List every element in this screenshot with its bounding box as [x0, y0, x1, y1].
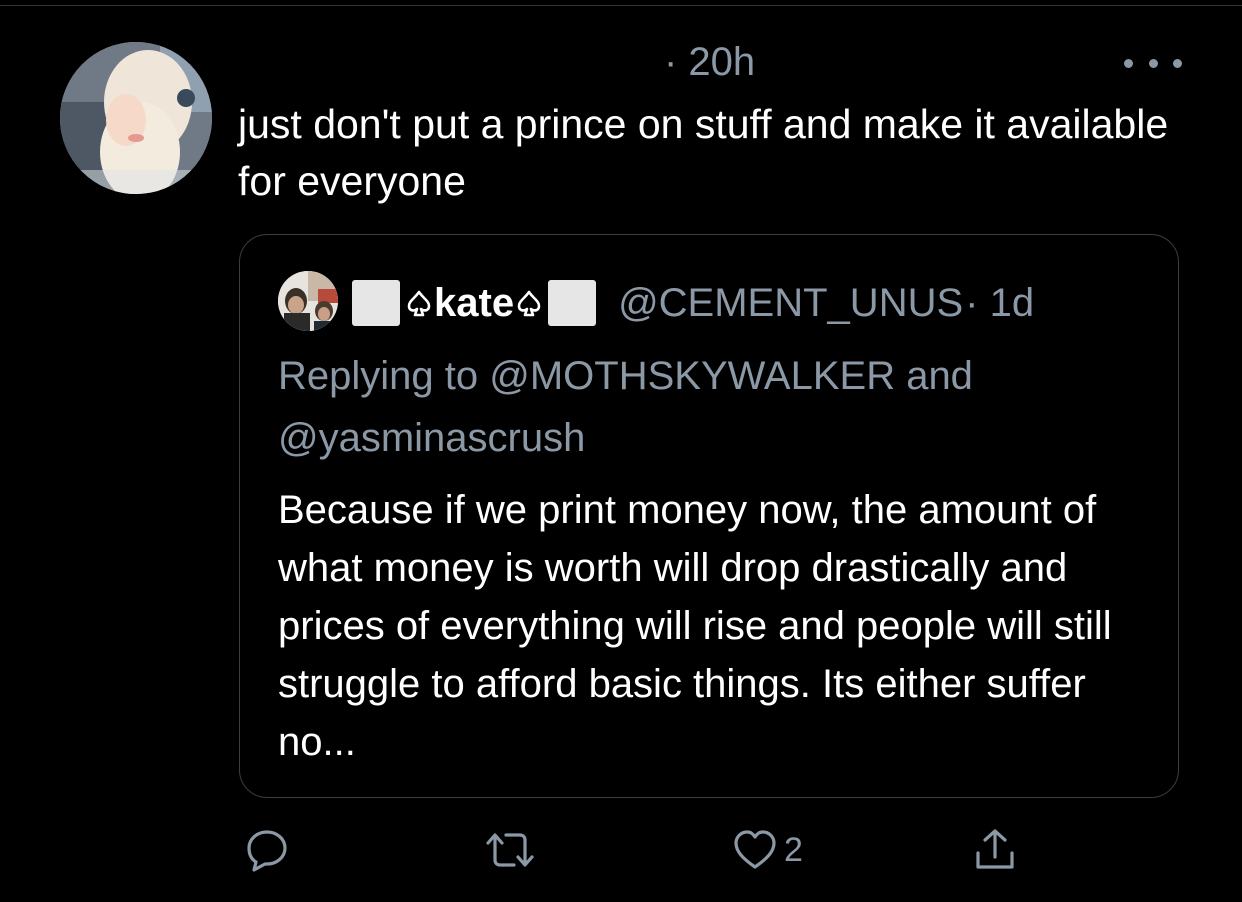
share-button[interactable]: [972, 826, 1018, 874]
retweet-icon: [486, 833, 534, 867]
spade-icon: [407, 290, 431, 317]
retweet-button[interactable]: [482, 826, 538, 874]
quoted-tweet-card[interactable]: kate @CEMENT_UNUS · 1d Replying to @MOTH…: [239, 234, 1179, 798]
quoted-handle[interactable]: @CEMENT_UNUS: [618, 281, 963, 326]
more-dot: [1148, 58, 1158, 68]
reply-button[interactable]: [244, 826, 290, 874]
more-dot: [1124, 58, 1133, 68]
more-options-icon[interactable]: [1124, 46, 1182, 80]
like-icon: [734, 830, 776, 869]
reply-mention-yasminascrush[interactable]: @yasminascrush: [278, 416, 585, 460]
replying-to-label: Replying to: [278, 354, 490, 398]
quoted-timestamp[interactable]: · 1d: [965, 281, 1034, 326]
tweet-timestamp[interactable]: · 20h: [664, 40, 755, 85]
quoted-header: kate @CEMENT_UNUS · 1d: [352, 275, 1034, 331]
tweet-text: just don't put a prince on stuff and mak…: [238, 101, 1169, 204]
replying-and-label: and: [895, 354, 973, 398]
top-divider: [0, 5, 1242, 6]
author-avatar[interactable]: [60, 42, 212, 194]
quoted-author-avatar[interactable]: [278, 271, 338, 331]
more-dot: [1173, 58, 1182, 68]
white-square-emoji: [352, 280, 400, 326]
share-icon: [976, 829, 1014, 869]
avatar-image: [60, 42, 212, 194]
quoted-avatar-image: [278, 271, 338, 331]
quoted-display-name[interactable]: kate: [434, 281, 514, 326]
replying-to-line: Replying to @MOTHSKYWALKER and @yasminas…: [278, 345, 1138, 469]
spade-icon: [517, 290, 541, 317]
reply-mention-mothskywalker[interactable]: @MOTHSKYWALKER: [489, 354, 895, 398]
like-button[interactable]: 2: [732, 826, 803, 874]
quoted-tweet-text: Because if we print money now, the amoun…: [278, 488, 1112, 764]
reply-icon: [247, 830, 287, 872]
white-square-emoji: [548, 280, 597, 326]
like-count: 2: [784, 830, 803, 869]
